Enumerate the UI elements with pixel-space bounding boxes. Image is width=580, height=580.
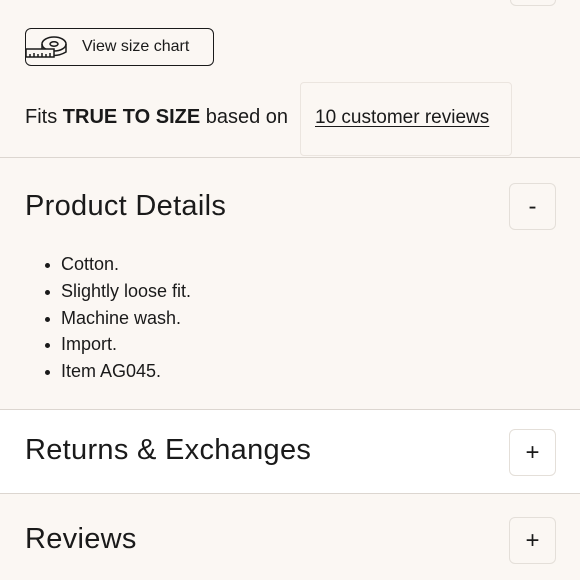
product-details-title: Product Details — [25, 190, 227, 222]
fit-summary: Fits TRUE TO SIZE based on — [25, 106, 288, 129]
reviews-expand-button[interactable]: + — [509, 517, 556, 564]
divider — [0, 157, 580, 158]
list-item: Import. — [45, 331, 191, 358]
product-details-list: Cotton. Slightly loose fit. Machine wash… — [45, 251, 191, 385]
view-size-chart-button[interactable]: View size chart — [25, 28, 214, 66]
view-size-chart-label: View size chart — [82, 38, 190, 55]
list-item: Slightly loose fit. — [45, 278, 191, 305]
fit-prefix: Fits — [25, 106, 63, 128]
returns-expand-button[interactable]: + — [509, 429, 556, 476]
list-item: Item AG045. — [45, 358, 191, 385]
returns-exchanges-title: Returns & Exchanges — [25, 434, 312, 466]
customer-reviews-link[interactable]: 10 customer reviews — [315, 107, 489, 129]
measuring-tape-icon — [24, 35, 70, 61]
divider — [0, 493, 580, 494]
fit-middle: based on — [200, 106, 289, 128]
product-details-collapse-button[interactable]: - — [509, 183, 556, 230]
list-item: Machine wash. — [45, 305, 191, 332]
fit-value: TRUE TO SIZE — [62, 106, 201, 128]
reviews-title: Reviews — [25, 523, 137, 555]
list-item: Cotton. — [45, 251, 191, 278]
product-info-panel: View size chart Fits TRUE TO SIZE based … — [0, 0, 580, 580]
partial-button-top[interactable] — [510, 0, 556, 6]
